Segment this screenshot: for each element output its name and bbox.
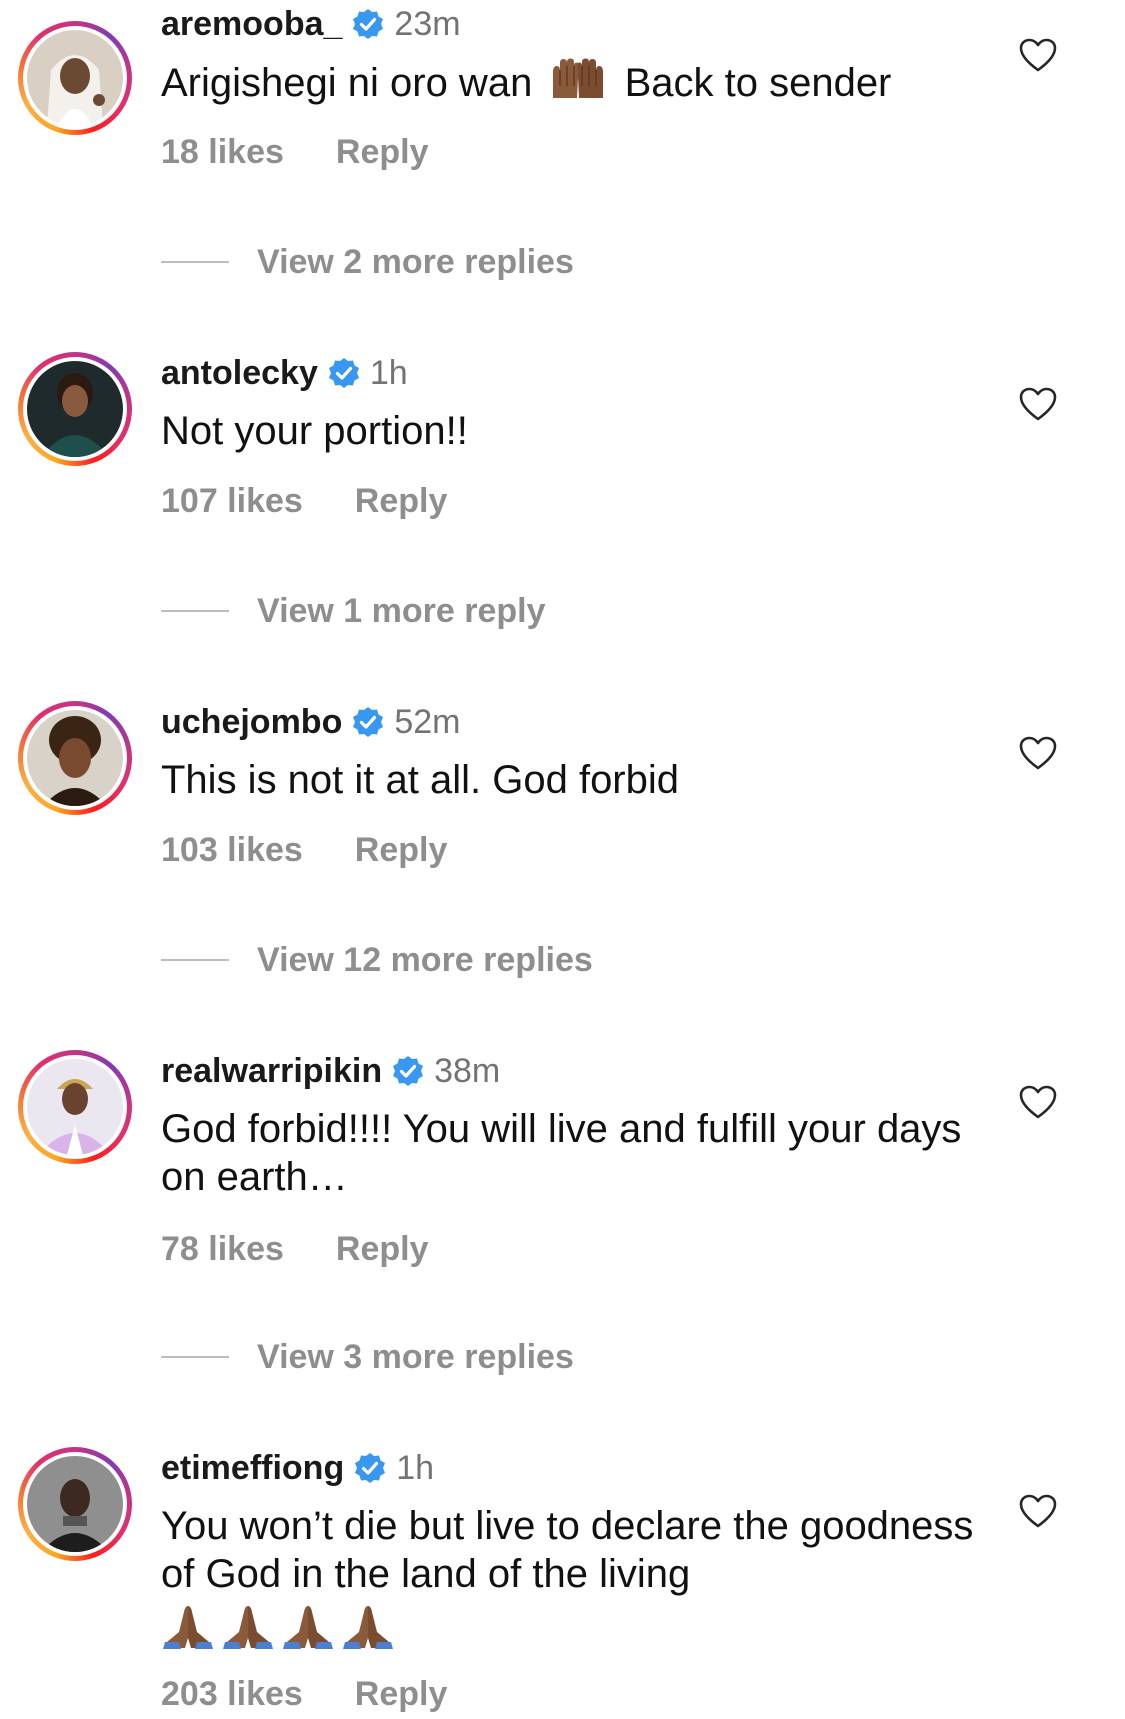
likes-count[interactable]: 18 likes [161, 133, 284, 172]
view-replies-button[interactable]: View 1 more reply [161, 589, 546, 633]
reply-button[interactable]: Reply [336, 133, 429, 172]
story-ring[interactable] [18, 21, 132, 135]
likes-count[interactable]: 78 likes [161, 1230, 284, 1269]
comment-text: Not your portion!! [161, 409, 468, 453]
verified-badge-icon [353, 707, 384, 737]
likes-count[interactable]: 203 likes [161, 1675, 303, 1714]
story-ring[interactable] [18, 701, 132, 815]
comment-text-part: You won’t die but live to declare the go… [161, 1504, 974, 1596]
raised-hands-icon [553, 58, 604, 98]
divider-line [161, 610, 229, 612]
avatar-image [27, 30, 123, 126]
comment-timestamp: 52m [394, 702, 461, 741]
reply-button[interactable]: Reply [336, 1230, 429, 1269]
view-replies-label[interactable]: View 1 more reply [257, 592, 546, 631]
avatar-image [27, 1059, 123, 1155]
comment-text: This is not it at all. God forbid [161, 758, 680, 802]
avatar-image [27, 361, 123, 457]
comment-text: Arigishegi ni oro wan Back to sender [161, 58, 991, 107]
comment-text: You won’t die but live to declare the go… [161, 1502, 991, 1654]
reply-button[interactable]: Reply [355, 831, 448, 870]
story-ring[interactable] [18, 352, 132, 466]
comment-username[interactable]: uchejombo [161, 703, 342, 742]
comment-text: God forbid!!!! You will live and fulfill… [161, 1107, 962, 1199]
comment-username[interactable]: realwarripikin [161, 1052, 382, 1091]
reply-button[interactable]: Reply [355, 1675, 448, 1714]
comment-username[interactable]: antolecky [161, 354, 318, 393]
view-replies-label[interactable]: View 12 more replies [257, 941, 593, 980]
verified-badge-icon [355, 1453, 386, 1483]
divider-line [161, 261, 229, 263]
verified-badge-icon [328, 358, 359, 388]
story-ring[interactable] [18, 1447, 132, 1561]
reply-button[interactable]: Reply [355, 482, 448, 521]
like-heart-icon[interactable] [1018, 734, 1058, 774]
comment-timestamp: 1h [396, 1448, 435, 1487]
likes-count[interactable]: 107 likes [161, 482, 303, 521]
comment-timestamp: 23m [394, 4, 461, 43]
avatar[interactable] [27, 710, 123, 806]
avatar[interactable] [27, 361, 123, 457]
avatar-image [27, 1456, 123, 1552]
like-heart-icon[interactable] [1018, 36, 1058, 76]
view-replies-label[interactable]: View 2 more replies [257, 243, 574, 282]
comment-text-part: Back to sender [624, 61, 892, 105]
comment-username[interactable]: aremooba_ [161, 5, 342, 44]
view-replies-button[interactable]: View 12 more replies [161, 938, 593, 982]
divider-line [161, 1356, 229, 1358]
emoji-row [161, 1602, 991, 1654]
like-heart-icon[interactable] [1018, 1492, 1058, 1532]
like-heart-icon[interactable] [1018, 385, 1058, 425]
comment-text-part: Arigishegi ni oro wan [161, 61, 533, 105]
view-replies-button[interactable]: View 2 more replies [161, 240, 574, 284]
like-heart-icon[interactable] [1018, 1083, 1058, 1123]
story-ring[interactable] [18, 1050, 132, 1164]
verified-badge-icon [353, 9, 384, 39]
view-replies-label[interactable]: View 3 more replies [257, 1338, 574, 1377]
view-replies-button[interactable]: View 3 more replies [161, 1335, 574, 1379]
verified-badge-icon [393, 1056, 424, 1086]
avatar[interactable] [27, 30, 123, 126]
divider-line [161, 959, 229, 961]
avatar[interactable] [27, 1456, 123, 1552]
likes-count[interactable]: 103 likes [161, 831, 303, 870]
comment-timestamp: 38m [434, 1051, 501, 1090]
avatar-image [27, 710, 123, 806]
avatar[interactable] [27, 1059, 123, 1155]
comment-timestamp: 1h [369, 353, 408, 392]
folded-hands-icon [163, 1606, 393, 1649]
comment-username[interactable]: etimeffiong [161, 1449, 344, 1488]
